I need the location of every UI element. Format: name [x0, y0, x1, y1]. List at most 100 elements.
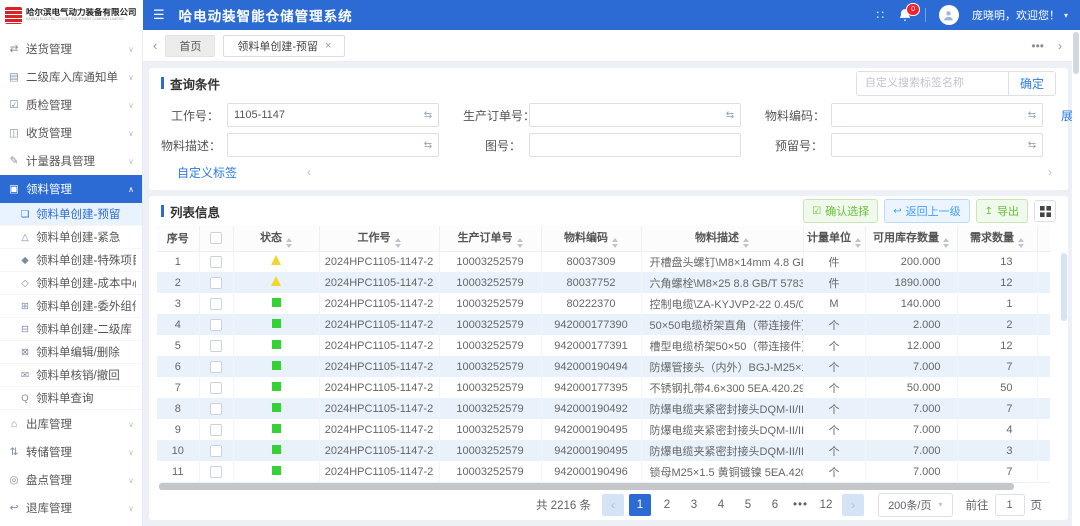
page-button-5[interactable]: 5	[737, 494, 759, 516]
multi-value-icon[interactable]: ⇆	[1022, 140, 1042, 151]
sidebar-item-18[interactable]: ↩退库管理∨	[0, 494, 142, 522]
table-row[interactable]: 52024HPC1105-1147-2100032525799420001773…	[157, 335, 1050, 356]
column-header-demand[interactable]: 需求数量	[957, 226, 1037, 251]
sidebar-item-0[interactable]: ⇄送货管理∨	[0, 35, 142, 63]
page-scrollbar[interactable]	[1072, 30, 1080, 526]
export-button[interactable]: ↥ 导出	[976, 199, 1028, 223]
page-button-6[interactable]: 6	[764, 494, 786, 516]
column-header-unit[interactable]: 计量单位	[803, 226, 865, 251]
prev-page-button[interactable]: ‹	[602, 494, 624, 516]
sidebar-subitem-14[interactable]: Q领料单查询	[0, 387, 142, 410]
tag-scroll-right-icon[interactable]: ›	[1048, 165, 1052, 179]
row-checkbox[interactable]	[210, 319, 222, 331]
sidebar-subitem-10[interactable]: ⊞领料单创建-委外组件	[0, 295, 142, 318]
sidebar-subitem-11[interactable]: ⊟领料单创建-二级库	[0, 318, 142, 341]
sidebar-item-2[interactable]: ☑质检管理∨	[0, 91, 142, 119]
column-header-mat-desc[interactable]: 物料描述	[641, 226, 803, 251]
sidebar-item-1[interactable]: ▤二级库入库通知单∨	[0, 63, 142, 91]
sort-icon[interactable]	[943, 238, 949, 248]
column-settings-button[interactable]	[1034, 200, 1056, 222]
column-header-stock[interactable]: 可用库存数量	[865, 226, 957, 251]
page-button-3[interactable]: 3	[683, 494, 705, 516]
tabs-more-icon[interactable]: •••	[1031, 39, 1044, 53]
table-row[interactable]: 82024HPC1105-1147-2100032525799420001904…	[157, 398, 1050, 419]
tabs-back-icon[interactable]: ‹	[153, 38, 157, 53]
sidebar-item-16[interactable]: ⇅转储管理∨	[0, 438, 142, 466]
column-header-order-no[interactable]: 生产订单号	[439, 226, 541, 251]
tabs-forward-icon[interactable]: ›	[1058, 39, 1062, 53]
next-page-button[interactable]: ›	[842, 494, 864, 516]
back-level-button[interactable]: ↩ 返回上一级	[884, 199, 969, 223]
sort-icon[interactable]	[286, 238, 292, 248]
table-row[interactable]: 112024HPC1105-1147-210003252579942000190…	[157, 461, 1050, 482]
row-checkbox[interactable]	[210, 361, 222, 373]
mat-desc-input[interactable]	[228, 139, 418, 151]
row-checkbox[interactable]	[210, 277, 222, 289]
sidebar-subitem-12[interactable]: ⊠领料单编辑/删除	[0, 341, 142, 364]
sidebar-subitem-8[interactable]: ◆领料单创建-特殊项目	[0, 249, 142, 272]
custom-tag-link[interactable]: 自定义标签	[177, 164, 237, 181]
notification-bell-icon[interactable]: 0	[898, 8, 912, 22]
sidebar-item-4[interactable]: ✎计量器具管理∨	[0, 147, 142, 175]
sidebar-item-5[interactable]: ▣领料管理∧	[0, 175, 142, 203]
table-row[interactable]: 62024HPC1105-1147-2100032525799420001904…	[157, 356, 1050, 377]
row-checkbox[interactable]	[210, 466, 222, 478]
goto-page-input[interactable]	[995, 494, 1025, 516]
row-checkbox[interactable]	[210, 298, 222, 310]
row-checkbox[interactable]	[210, 424, 222, 436]
multi-value-icon[interactable]: ⇆	[418, 140, 438, 151]
select-all-checkbox[interactable]	[210, 232, 222, 244]
table-horizontal-scrollbar[interactable]	[159, 483, 1014, 490]
table-vertical-scrollbar[interactable]	[1061, 253, 1067, 321]
row-checkbox[interactable]	[210, 445, 222, 457]
page-button-2[interactable]: 2	[656, 494, 678, 516]
sort-icon[interactable]	[855, 238, 861, 248]
table-row[interactable]: 102024HPC1105-1147-210003252579942000190…	[157, 440, 1050, 461]
table-row[interactable]: 22024HPC1105-1147-21000325257980037752六角…	[157, 272, 1050, 293]
sidebar-subitem-7[interactable]: △领料单创建-紧急	[0, 226, 142, 249]
collapse-sidebar-icon[interactable]: ☰	[153, 7, 165, 23]
user-menu[interactable]: 庞晓明，欢迎您！ ▾	[972, 7, 1068, 23]
column-header-work-no[interactable]: 工作号	[319, 226, 439, 251]
sidebar-item-3[interactable]: ◫收货管理∨	[0, 119, 142, 147]
tag-scroll-left-icon[interactable]: ‹	[307, 165, 311, 179]
mat-code-input[interactable]	[832, 109, 1022, 121]
sort-icon[interactable]	[395, 238, 401, 248]
multi-value-icon[interactable]: ⇆	[418, 110, 438, 121]
page-size-select[interactable]: 200条/页 ▾	[878, 493, 952, 517]
sort-icon[interactable]	[1018, 238, 1024, 248]
drawing-no-input[interactable]	[530, 139, 740, 151]
work-no-input[interactable]	[228, 109, 418, 121]
table-row[interactable]: 42024HPC1105-1147-2100032525799420001773…	[157, 314, 1050, 335]
column-header-mat-code[interactable]: 物料编码	[541, 226, 641, 251]
sidebar-subitem-9[interactable]: ◇领料单创建-成本中心	[0, 272, 142, 295]
table-row[interactable]: 72024HPC1105-1147-2100032525799420001773…	[157, 377, 1050, 398]
custom-tag-name-input[interactable]	[856, 71, 1008, 96]
confirm-button[interactable]: 确定	[1008, 71, 1056, 96]
sidebar-subitem-6[interactable]: ❏领料单创建-预留	[0, 203, 142, 226]
page-button-12[interactable]: 12	[815, 494, 837, 516]
tab-material-create-reserve[interactable]: 领料单创建-预留 ×	[223, 35, 345, 57]
multi-value-icon[interactable]: ⇆	[1022, 110, 1042, 121]
sort-icon[interactable]	[517, 238, 523, 248]
page-button-4[interactable]: 4	[710, 494, 732, 516]
sort-icon[interactable]	[743, 238, 749, 248]
table-row[interactable]: 12024HPC1105-1147-21000325257980037309开槽…	[157, 251, 1050, 272]
sort-icon[interactable]	[612, 238, 618, 248]
row-checkbox[interactable]	[210, 340, 222, 352]
row-checkbox[interactable]	[210, 256, 222, 268]
table-row[interactable]: 92024HPC1105-1147-2100032525799420001904…	[157, 419, 1050, 440]
sidebar-item-15[interactable]: ⌂出库管理∨	[0, 410, 142, 438]
user-avatar[interactable]	[939, 5, 959, 25]
row-checkbox[interactable]	[210, 403, 222, 415]
tab-home[interactable]: 首页	[165, 35, 215, 57]
table-row[interactable]: 122024HPC1105-1147-310003252578942000003…	[157, 482, 1050, 483]
table-row[interactable]: 32024HPC1105-1147-21000325257980222370控制…	[157, 293, 1050, 314]
multi-value-icon[interactable]: ⇆	[720, 110, 740, 121]
sidebar-subitem-13[interactable]: ✉领料单核销/撤回	[0, 364, 142, 387]
confirm-select-button[interactable]: ☑ 确认选择	[803, 199, 878, 223]
close-icon[interactable]: ×	[325, 40, 331, 52]
column-header-status[interactable]: 状态	[233, 226, 319, 251]
sidebar-item-17[interactable]: ◎盘点管理∨	[0, 466, 142, 494]
row-checkbox[interactable]	[210, 382, 222, 394]
